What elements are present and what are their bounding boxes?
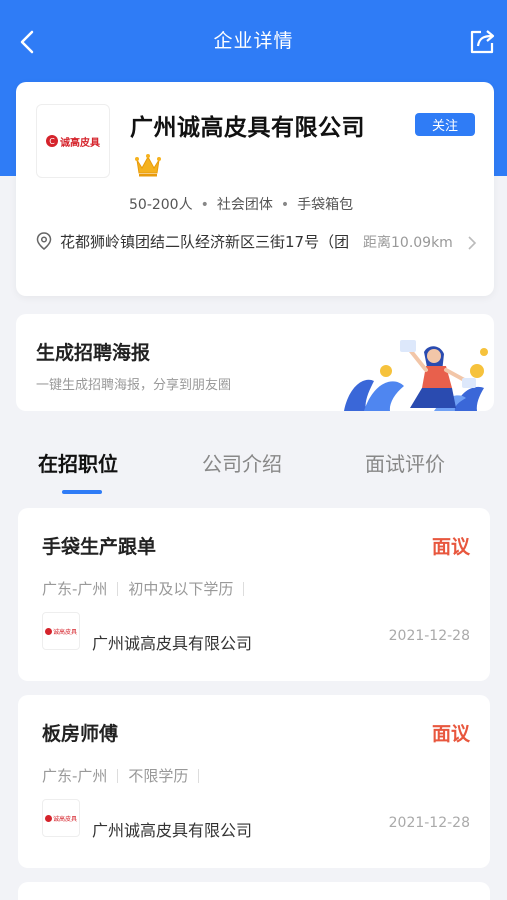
share-icon xyxy=(470,30,495,54)
tab-interview-reviews[interactable]: 面试评价 xyxy=(365,448,445,477)
meta-separator: • xyxy=(200,197,209,213)
job-tags: 广东-广州 初中及以下学历 xyxy=(42,578,254,599)
job-company-logo: 诚高皮具 xyxy=(42,612,80,650)
distance-label: 距离10.09km xyxy=(363,235,453,251)
share-button[interactable] xyxy=(467,26,497,56)
job-card[interactable] xyxy=(18,882,490,900)
job-salary: 面议 xyxy=(431,536,470,558)
job-salary: 面议 xyxy=(431,723,470,745)
crown-icon xyxy=(135,154,161,177)
job-education: 初中及以下学历 xyxy=(128,580,234,598)
company-name: 广州诚高皮具有限公司 xyxy=(130,115,365,141)
generate-poster-banner[interactable]: 生成招聘海报 一键生成招聘海报，分享到朋友圈 xyxy=(16,314,494,411)
tab-open-positions[interactable]: 在招职位 xyxy=(38,448,118,477)
page-title: 企业详情 xyxy=(213,30,294,52)
job-card[interactable]: 手袋生产跟单 面议 广东-广州 初中及以下学历 诚高皮具 广州诚高皮具有限公司 … xyxy=(18,508,490,681)
poster-illustration xyxy=(344,340,488,411)
logo-mark-icon: C xyxy=(46,135,58,147)
company-info-card: C 诚高皮具 广州诚高皮具有限公司 关注 50-200人 • 社会团体 • 手袋箱包 花… xyxy=(16,82,494,296)
company-meta: 50-200人 • 社会团体 • 手袋箱包 xyxy=(129,194,353,214)
tag-divider xyxy=(117,768,119,783)
job-company-name: 广州诚高皮具有限公司 xyxy=(92,634,253,653)
job-card[interactable]: 板房师傅 面议 广东-广州 不限学历 诚高皮具 广州诚高皮具有限公司 2021-… xyxy=(18,695,490,868)
chevron-right-icon xyxy=(468,236,477,250)
job-date: 2021-12-28 xyxy=(388,815,470,831)
tag-divider xyxy=(117,581,119,596)
tag-divider xyxy=(243,581,245,596)
location-pin-icon xyxy=(36,232,52,250)
company-size: 50-200人 xyxy=(129,197,193,213)
tab-company-intro[interactable]: 公司介绍 xyxy=(202,448,282,477)
company-logo: C 诚高皮具 xyxy=(36,104,110,178)
company-tabs: 在招职位 公司介绍 面试评价 xyxy=(0,440,507,500)
follow-button[interactable]: 关注 xyxy=(415,113,475,136)
poster-subtitle: 一键生成招聘海报，分享到朋友圈 xyxy=(36,378,232,393)
logo-mark-icon xyxy=(44,814,52,822)
top-nav-bar: 企业详情 xyxy=(0,0,507,82)
meta-separator: • xyxy=(280,197,290,213)
job-company-logo: 诚高皮具 xyxy=(42,799,80,837)
logo-mark-icon xyxy=(44,627,52,635)
job-education: 不限学历 xyxy=(128,767,189,785)
active-tab-indicator xyxy=(62,490,102,494)
tag-divider xyxy=(198,768,200,783)
job-tags: 广东-广州 不限学历 xyxy=(42,765,209,786)
job-location: 广东-广州 xyxy=(42,767,108,785)
job-title: 板房师傅 xyxy=(42,723,119,745)
company-address: 花都狮岭镇团结二队经济新区三街17号（团 xyxy=(60,233,350,251)
job-company-name: 广州诚高皮具有限公司 xyxy=(92,821,253,840)
company-type: 社会团体 xyxy=(216,197,273,213)
job-title: 手袋生产跟单 xyxy=(42,536,157,558)
job-date: 2021-12-28 xyxy=(388,628,470,644)
job-location: 广东-广州 xyxy=(42,580,108,598)
company-industry: 手袋箱包 xyxy=(297,197,354,213)
poster-title: 生成招聘海报 xyxy=(36,342,151,364)
